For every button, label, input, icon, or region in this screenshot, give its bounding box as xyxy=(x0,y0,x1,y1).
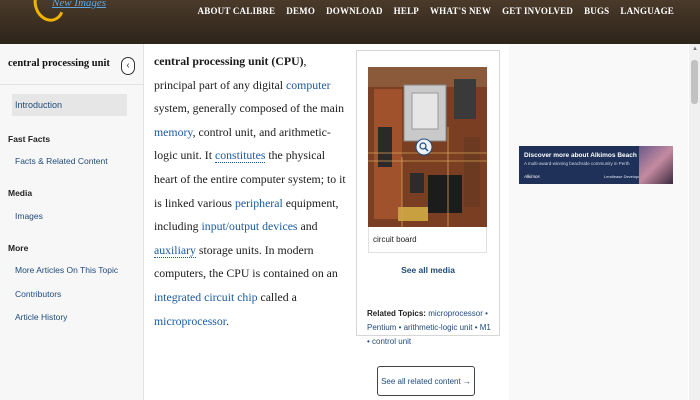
nav-about-calibre[interactable]: About Calibre xyxy=(198,6,276,16)
link-constitutes[interactable]: constitutes xyxy=(214,148,266,164)
link-microprocessor[interactable]: microprocessor xyxy=(154,314,226,328)
article-sidebar: central processing unit ‹ Introduction F… xyxy=(0,44,144,400)
chevron-left-icon[interactable]: ‹ xyxy=(121,57,135,75)
nav-get-involved[interactable]: Get Involved xyxy=(502,6,573,16)
media-card: circuit board See all media Related Topi… xyxy=(356,50,500,346)
nav-help[interactable]: Help xyxy=(394,6,419,16)
nav-bugs[interactable]: Bugs xyxy=(584,6,609,16)
related-topics: Related Topics: microprocessor • Pentium… xyxy=(367,307,493,349)
related-topics-label: Related Topics: xyxy=(367,309,426,318)
nav-language[interactable]: Language xyxy=(620,6,674,16)
circuit-board-illustration xyxy=(368,67,487,227)
link-integrated-circuit-chip[interactable]: integrated circuit chip xyxy=(154,290,258,304)
article-term: central processing unit (CPU) xyxy=(154,54,304,68)
ad-brand: Alkimos xyxy=(524,174,540,179)
main-nav: About Calibre Demo Download Help What's … xyxy=(198,6,674,16)
see-all-media-link[interactable]: See all media xyxy=(357,265,499,275)
sidebar-item-more-articles[interactable]: More Articles On This Topic xyxy=(15,265,118,275)
nav-whats-new[interactable]: What's New xyxy=(430,6,491,16)
see-all-related-button[interactable]: See all related content → xyxy=(377,366,475,396)
sidebar-item-article-history[interactable]: Article History xyxy=(15,312,67,322)
circuit-board-image[interactable] xyxy=(368,67,487,227)
sidebar-divider xyxy=(0,84,143,85)
link-computer[interactable]: computer xyxy=(286,78,331,92)
sidebar-item-contributors[interactable]: Contributors xyxy=(15,289,61,299)
sidebar-heading-more: More xyxy=(8,243,29,253)
article-intro-paragraph: central processing unit (CPU), principal… xyxy=(154,50,346,333)
sidebar-item-introduction[interactable]: Introduction xyxy=(12,94,127,116)
link-auxiliary[interactable]: auxiliary xyxy=(154,242,196,258)
text: and xyxy=(297,219,318,234)
link-input-output-devices[interactable]: input/output devices xyxy=(202,219,298,233)
right-column xyxy=(509,44,688,400)
text: system, generally composed of the main xyxy=(154,101,345,116)
text: called a xyxy=(257,289,297,304)
scrollbar-thumb[interactable] xyxy=(691,60,698,104)
scroll-up-icon[interactable]: ▲ xyxy=(692,46,698,52)
media-caption: circuit board xyxy=(368,227,487,253)
text: . xyxy=(226,313,230,328)
ad-headline: Discover more about Alkimos Beach xyxy=(524,152,637,159)
nav-demo[interactable]: Demo xyxy=(286,6,315,16)
logo-text[interactable]: New Images xyxy=(52,0,106,9)
advertisement-banner[interactable]: Discover more about Alkimos Beach A mult… xyxy=(519,146,673,184)
top-navigation-bar: New Images About Calibre Demo Download H… xyxy=(0,0,700,44)
link-peripheral[interactable]: peripheral xyxy=(235,196,283,210)
sidebar-heading-media: Media xyxy=(8,188,33,198)
link-memory[interactable]: memory xyxy=(154,125,193,139)
sidebar-item-images[interactable]: Images xyxy=(15,211,43,221)
ad-image xyxy=(639,146,673,184)
sidebar-item-facts-related[interactable]: Facts & Related Content xyxy=(15,156,108,166)
sidebar-heading-fast-facts: Fast Facts xyxy=(8,134,51,144)
sidebar-title: central processing unit xyxy=(8,58,110,69)
nav-download[interactable]: Download xyxy=(326,6,383,16)
ad-subtext: A multi-award-winning beachside communit… xyxy=(524,161,630,166)
